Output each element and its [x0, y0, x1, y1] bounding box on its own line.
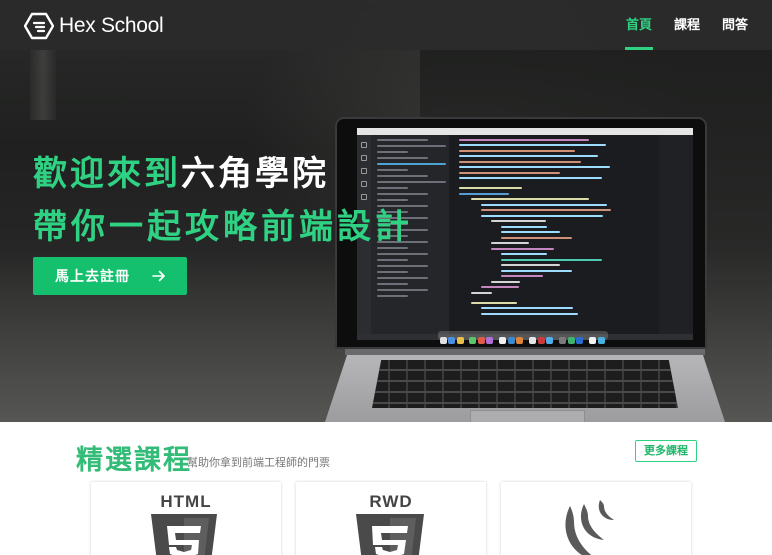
hero-title: 歡迎來到六角學院 — [33, 146, 329, 195]
featured-courses-title: 精選課程 — [76, 445, 192, 476]
course-card-label: HTML — [160, 492, 212, 511]
hero-title-school: 六角學院 — [181, 154, 329, 194]
nav-home[interactable]: 首頁 — [624, 0, 653, 50]
site-logo[interactable]: Hex School — [24, 11, 164, 41]
hero-background-post — [30, 50, 56, 120]
signup-button[interactable]: 馬上去註冊 — [33, 257, 187, 295]
editor-code-pane — [449, 135, 659, 340]
site-name: Hex School — [59, 14, 164, 37]
nav-qa[interactable]: 問答 — [722, 0, 748, 50]
hero-title-welcome: 歡迎來到 — [33, 154, 181, 194]
laptop-trackpad — [470, 410, 585, 422]
editor-minimap — [659, 135, 693, 340]
laptop-keyboard-rows — [372, 360, 678, 408]
course-card-label: RWD — [369, 492, 413, 511]
main-nav: 首頁 課程 問答 — [604, 0, 748, 50]
html5-shield-icon — [151, 514, 217, 555]
course-card-html[interactable]: HTML — [91, 482, 281, 555]
laptop-hinge — [345, 349, 705, 355]
css3-shield-icon — [356, 514, 424, 555]
hexagon-logo-icon — [24, 12, 54, 40]
nav-courses[interactable]: 課程 — [674, 0, 700, 50]
editor-menubar — [357, 128, 693, 135]
laptop-dock — [438, 331, 608, 344]
hero-subtitle: 帶你一起攻略前端設計 — [33, 207, 413, 247]
featured-courses-subtitle: 幫助你拿到前端工程師的門票 — [187, 456, 330, 469]
signup-button-label: 馬上去註冊 — [55, 269, 130, 285]
top-navbar: Hex School 首頁 課程 問答 — [0, 0, 772, 50]
course-card-jquery[interactable] — [501, 482, 691, 555]
jquery-logo-icon — [565, 500, 614, 555]
course-card-rwd[interactable]: RWD — [296, 482, 486, 555]
more-courses-button[interactable]: 更多課程 — [635, 440, 697, 462]
arrow-right-icon — [152, 270, 165, 282]
